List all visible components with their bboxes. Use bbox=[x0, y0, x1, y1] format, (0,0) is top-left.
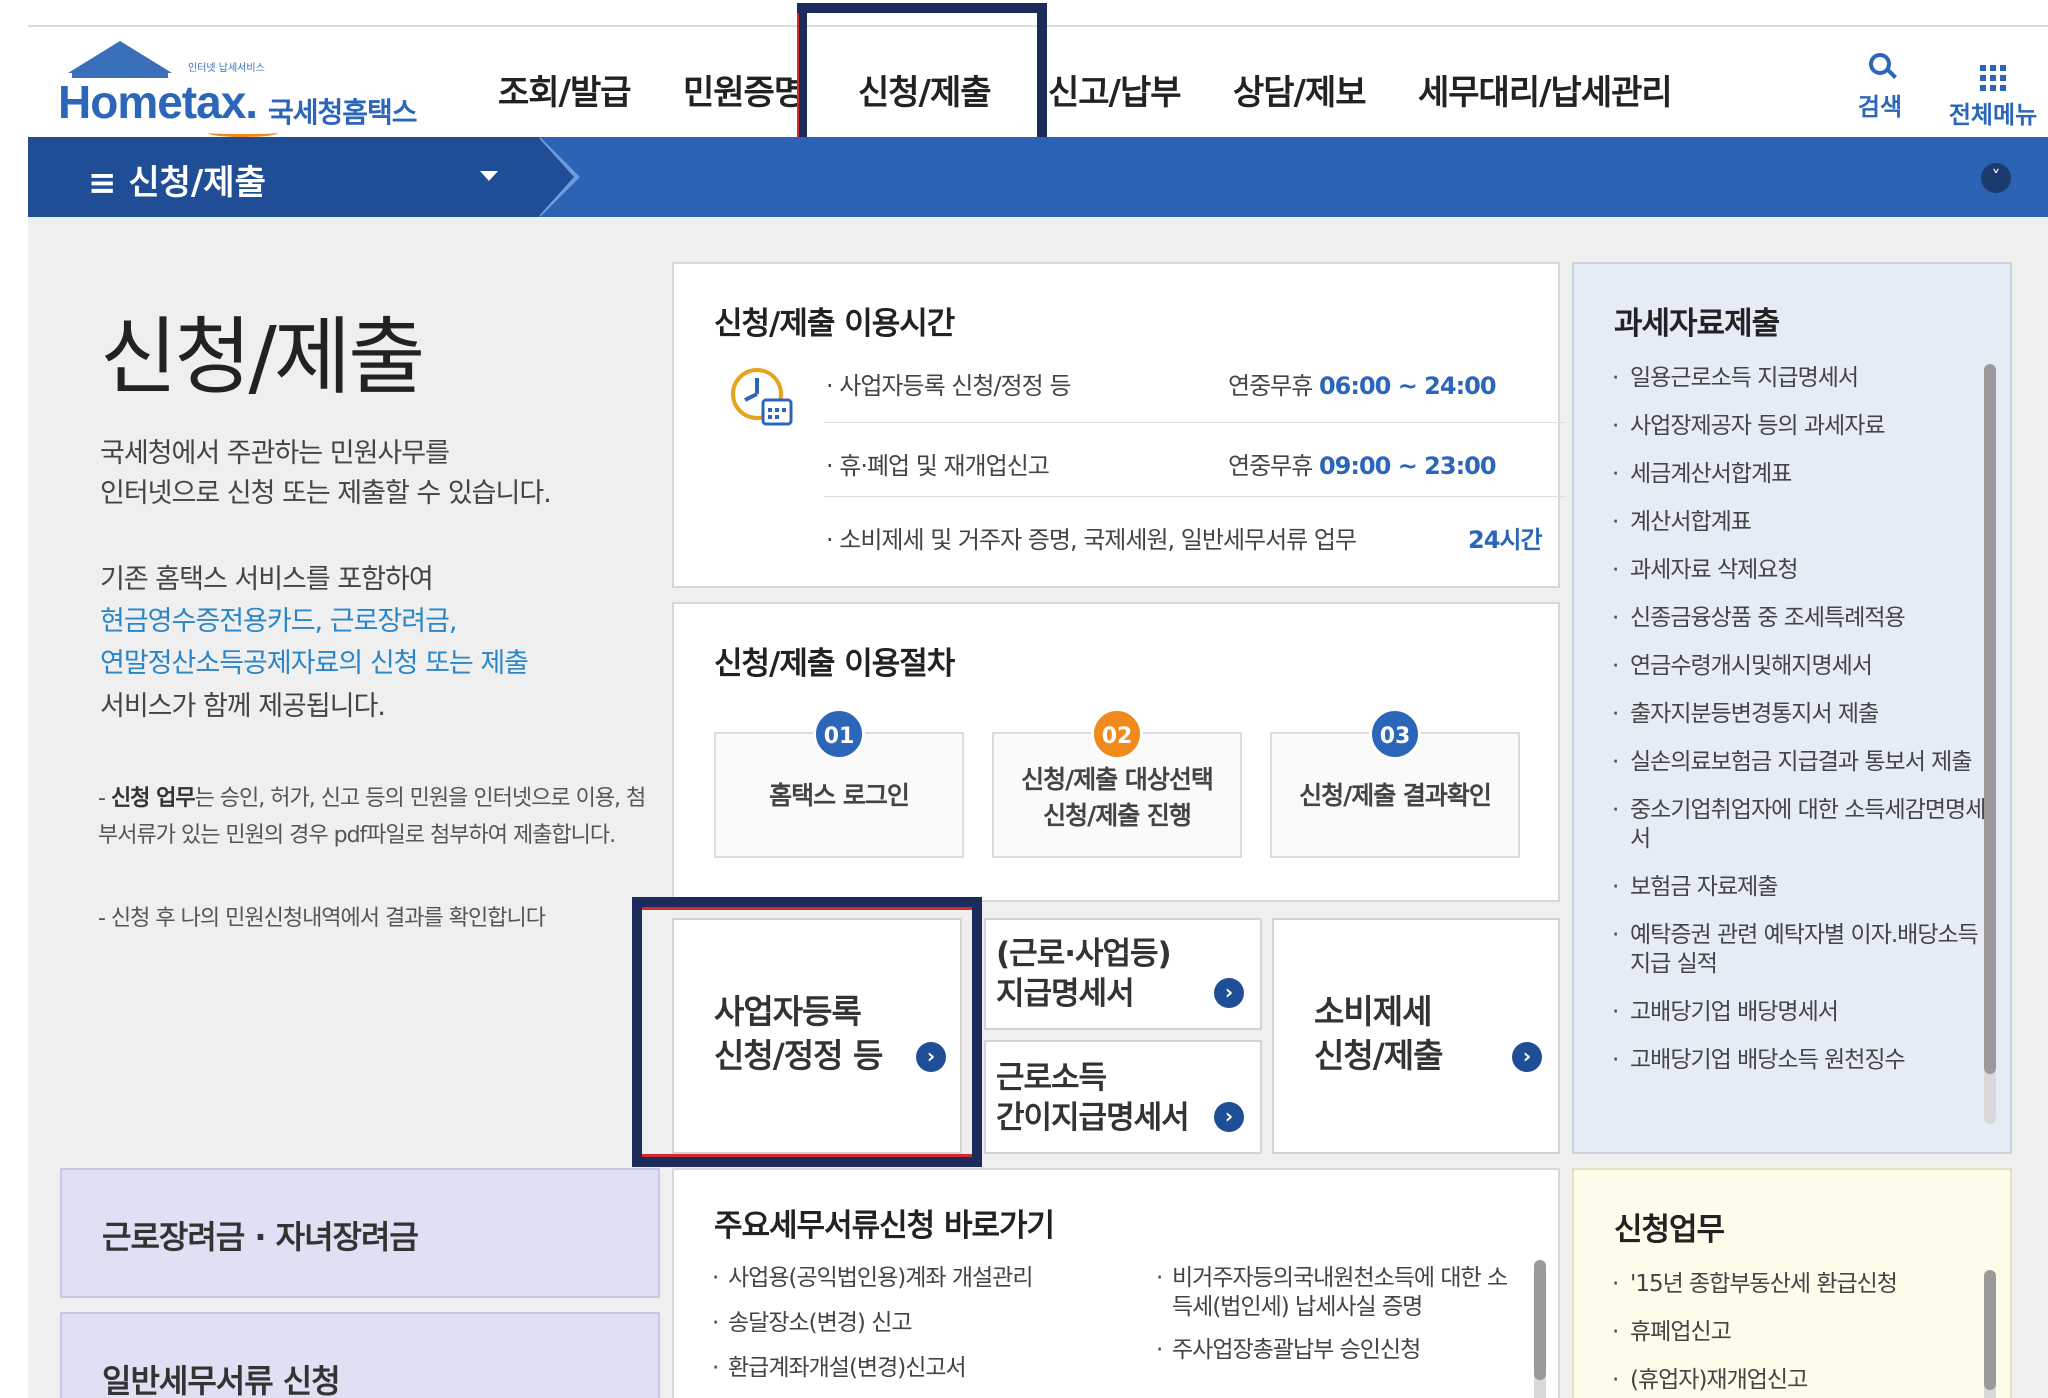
eitc-box[interactable]: 근로장려금 · 자녀장려금 bbox=[60, 1168, 660, 1298]
shortcuts-list-1: 사업용(공익법인용)계좌 개설관리 송달장소(변경) 신고 환급계좌개설(변경)… bbox=[712, 1264, 1112, 1398]
scroll-thumb[interactable] bbox=[1984, 1270, 1996, 1390]
notice-1: - 신청 업무는 승인, 허가, 신고 등의 민원을 인터넷으로 이용, 첨부서… bbox=[98, 786, 646, 848]
scroll-thumb[interactable] bbox=[1534, 1260, 1546, 1380]
shortcuts-card: 주요세무서류신청 바로가기 사업용(공익법인용)계좌 개설관리 송달장소(변경)… bbox=[672, 1168, 1560, 1398]
search-icon bbox=[1840, 45, 1920, 83]
search-label: 검색 bbox=[1857, 93, 1903, 121]
tile-simplified-statement[interactable]: 근로소득 간이지급명세서 › bbox=[984, 1040, 1262, 1154]
list-item[interactable]: 연금수령개시및해지명세서 bbox=[1612, 652, 1992, 681]
arrow-right-icon: › bbox=[1214, 978, 1244, 1008]
search-button[interactable]: 검색 bbox=[1840, 45, 1920, 122]
list-item[interactable]: 비거주자등의국내원천소득에 대한 소득세(법인세) 납세사실 증명 bbox=[1156, 1264, 1516, 1322]
step-result: 03 신청/제출 결과확인 bbox=[1270, 708, 1520, 858]
hometax-logo[interactable]: 인터넷 납세서비스 Hometax. 국세청홈택스 bbox=[58, 41, 438, 137]
nav-inquiry[interactable]: 조회/발급 bbox=[498, 65, 632, 114]
list-item[interactable]: 사업용(공익법인용)계좌 개설관리 bbox=[712, 1264, 1112, 1293]
highlight-box-tile bbox=[632, 897, 982, 1167]
shortcuts-list-2: 비거주자등의국내원천소득에 대한 소득세(법인세) 납세사실 증명 주사업장총괄… bbox=[1156, 1264, 1516, 1381]
logo-korean-name: 국세청홈택스 bbox=[268, 96, 418, 129]
list-item[interactable]: 사업장제공자 등의 과세자료 bbox=[1612, 412, 1992, 441]
sub-navigation-bar: ≡ 신청/제출 ˅ bbox=[28, 137, 2048, 217]
general-docs-box[interactable]: 일반세무서류 신청 bbox=[60, 1312, 660, 1398]
scroll-thumb[interactable] bbox=[1984, 364, 1996, 1074]
tax-data-list: 일용근로소득 지급명세서 사업장제공자 등의 과세자료 세금계산서합계표 계산서… bbox=[1612, 364, 1992, 1124]
procedure-title: 신청/제출 이용절차 bbox=[714, 646, 955, 682]
step-number-1: 01 bbox=[813, 708, 865, 760]
procedure-card: 신청/제출 이용절차 01 홈택스 로그인 02 신청/제출 대상선택 신청/제… bbox=[672, 602, 1560, 902]
logo-swoosh bbox=[208, 129, 278, 137]
list-item[interactable]: 일용근로소득 지급명세서 bbox=[1612, 364, 1992, 393]
all-menu-label: 전체메뉴 bbox=[1948, 101, 2038, 129]
apply-list: '15년 종합부동산세 환급신청 휴폐업신고 (휴업자)재개업신고 bbox=[1612, 1270, 1992, 1398]
step-number-3: 03 bbox=[1369, 708, 1421, 760]
apply-title: 신청업무 bbox=[1614, 1212, 1725, 1248]
logo-wordmark: Hometax. bbox=[58, 76, 258, 128]
list-item[interactable]: 신종금융상품 중 조세특례적용 bbox=[1612, 604, 1992, 633]
list-item[interactable]: (휴업자)재개업신고 bbox=[1612, 1366, 1992, 1395]
intro-desc-1: 국세청에서 주관하는 민원사무를 bbox=[100, 438, 450, 469]
list-item[interactable]: 계산서합계표 bbox=[1612, 508, 1992, 537]
hours-title: 신청/제출 이용시간 bbox=[714, 306, 955, 342]
list-item[interactable]: 고배당기업 배당명세서 bbox=[1612, 998, 1992, 1027]
tax-data-title: 과세자료제출 bbox=[1614, 306, 1780, 342]
tax-data-panel: 과세자료제출 일용근로소득 지급명세서 사업장제공자 등의 과세자료 세금계산서… bbox=[1572, 262, 2012, 1154]
list-item[interactable]: 중소기업취업자에 대한 소득세감면명세서 bbox=[1612, 796, 1992, 854]
list-item[interactable]: 실손의료보험금 지급결과 통보서 제출 bbox=[1612, 748, 1992, 777]
logo-roof-icon bbox=[68, 41, 172, 73]
subbar-title: ≡ 신청/제출 bbox=[88, 163, 266, 203]
caret-down-icon bbox=[480, 171, 498, 181]
list-item[interactable]: 휴폐업신고 bbox=[1612, 1318, 1992, 1347]
intro-link-2: 연말정산소득공제자료의 신청 또는 제출 bbox=[100, 648, 529, 679]
subbar-menu-dropdown[interactable]: ≡ 신청/제출 bbox=[28, 137, 580, 217]
step-select: 02 신청/제출 대상선택 신청/제출 진행 bbox=[992, 708, 1242, 858]
notice-2: - 신청 후 나의 민원신청내역에서 결과를 확인합니다 bbox=[98, 906, 546, 931]
hours-card: 신청/제출 이용시간 · 사업자등록 신청/정정 등 연중무휴 06:00 ~ … bbox=[672, 262, 1566, 588]
hours-row-1: · 사업자등록 신청/정정 등 연중무휴 06:00 ~ 24:00 bbox=[826, 372, 1497, 400]
scrollbar[interactable] bbox=[1984, 1270, 1996, 1398]
clock-calendar-icon bbox=[731, 368, 793, 426]
list-item[interactable]: 송달장소(변경) 신고 bbox=[712, 1309, 1112, 1338]
step-login: 01 홈택스 로그인 bbox=[714, 708, 964, 858]
arrow-right-icon: › bbox=[1214, 1102, 1244, 1132]
scrollbar[interactable] bbox=[1984, 364, 1996, 1124]
nav-certificate[interactable]: 민원증명 bbox=[683, 65, 805, 114]
intro-desc-2: 인터넷으로 신청 또는 제출할 수 있습니다. bbox=[100, 478, 552, 509]
hours-row-2: · 휴·폐업 및 재개업신고 연중무휴 09:00 ~ 23:00 bbox=[826, 452, 1497, 480]
list-item[interactable]: 출자지분등변경통지서 제출 bbox=[1612, 700, 1992, 729]
nav-tax-agent[interactable]: 세무대리/납세관리 bbox=[1418, 65, 1673, 114]
tile-payment-statement[interactable]: (근로·사업등) 지급명세서 › bbox=[984, 918, 1262, 1030]
nav-consult-report[interactable]: 상담/제보 bbox=[1233, 65, 1367, 114]
intro-desc-4: 서비스가 함께 제공됩니다. bbox=[100, 691, 386, 722]
list-item[interactable]: 고배당기업 배당소득 원천징수 bbox=[1612, 1046, 1992, 1075]
intro-link-1: 현금영수증전용카드, 근로장려금, bbox=[100, 606, 458, 637]
tile-excise-tax[interactable]: 소비제세 신청/제출 › bbox=[1272, 918, 1560, 1154]
all-menu-button[interactable]: 전체메뉴 bbox=[1938, 45, 2048, 130]
chevron-down-icon[interactable]: ˅ bbox=[1981, 163, 2011, 193]
grid-menu-icon bbox=[1938, 45, 2048, 91]
scrollbar[interactable] bbox=[1534, 1260, 1546, 1398]
page-title: 신청/제출 bbox=[100, 308, 425, 406]
list-item[interactable]: 예탁증권 관련 예탁자별 이자.배당소득 지급 실적 bbox=[1612, 921, 1992, 979]
apply-panel: 신청업무 '15년 종합부동산세 환급신청 휴폐업신고 (휴업자)재개업신고 bbox=[1572, 1168, 2012, 1398]
list-item[interactable]: 과세자료 삭제요청 bbox=[1612, 556, 1992, 585]
nav-report-pay[interactable]: 신고/납부 bbox=[1048, 65, 1182, 114]
intro-desc-3: 기존 홈택스 서비스를 포함하여 bbox=[100, 564, 434, 595]
hours-row-3: · 소비제세 및 거주자 증명, 국제세원, 일반세무서류 업무 24시간 bbox=[826, 526, 1543, 554]
list-item[interactable]: 환급계좌개설(변경)신고서 bbox=[712, 1354, 1112, 1383]
list-item[interactable]: 보험금 자료제출 bbox=[1612, 873, 1992, 902]
notice-1-bold: 신청 업무 bbox=[110, 786, 196, 811]
step-number-2: 02 bbox=[1091, 708, 1143, 760]
shortcuts-title: 주요세무서류신청 바로가기 bbox=[714, 1208, 1055, 1244]
list-item[interactable]: 주사업장총괄납부 승인신청 bbox=[1156, 1336, 1516, 1365]
arrow-right-icon: › bbox=[1512, 1042, 1542, 1072]
list-item[interactable]: '15년 종합부동산세 환급신청 bbox=[1612, 1270, 1992, 1299]
logo-tagline: 인터넷 납세서비스 bbox=[188, 63, 265, 74]
list-item[interactable]: 세금계산서합계표 bbox=[1612, 460, 1992, 489]
